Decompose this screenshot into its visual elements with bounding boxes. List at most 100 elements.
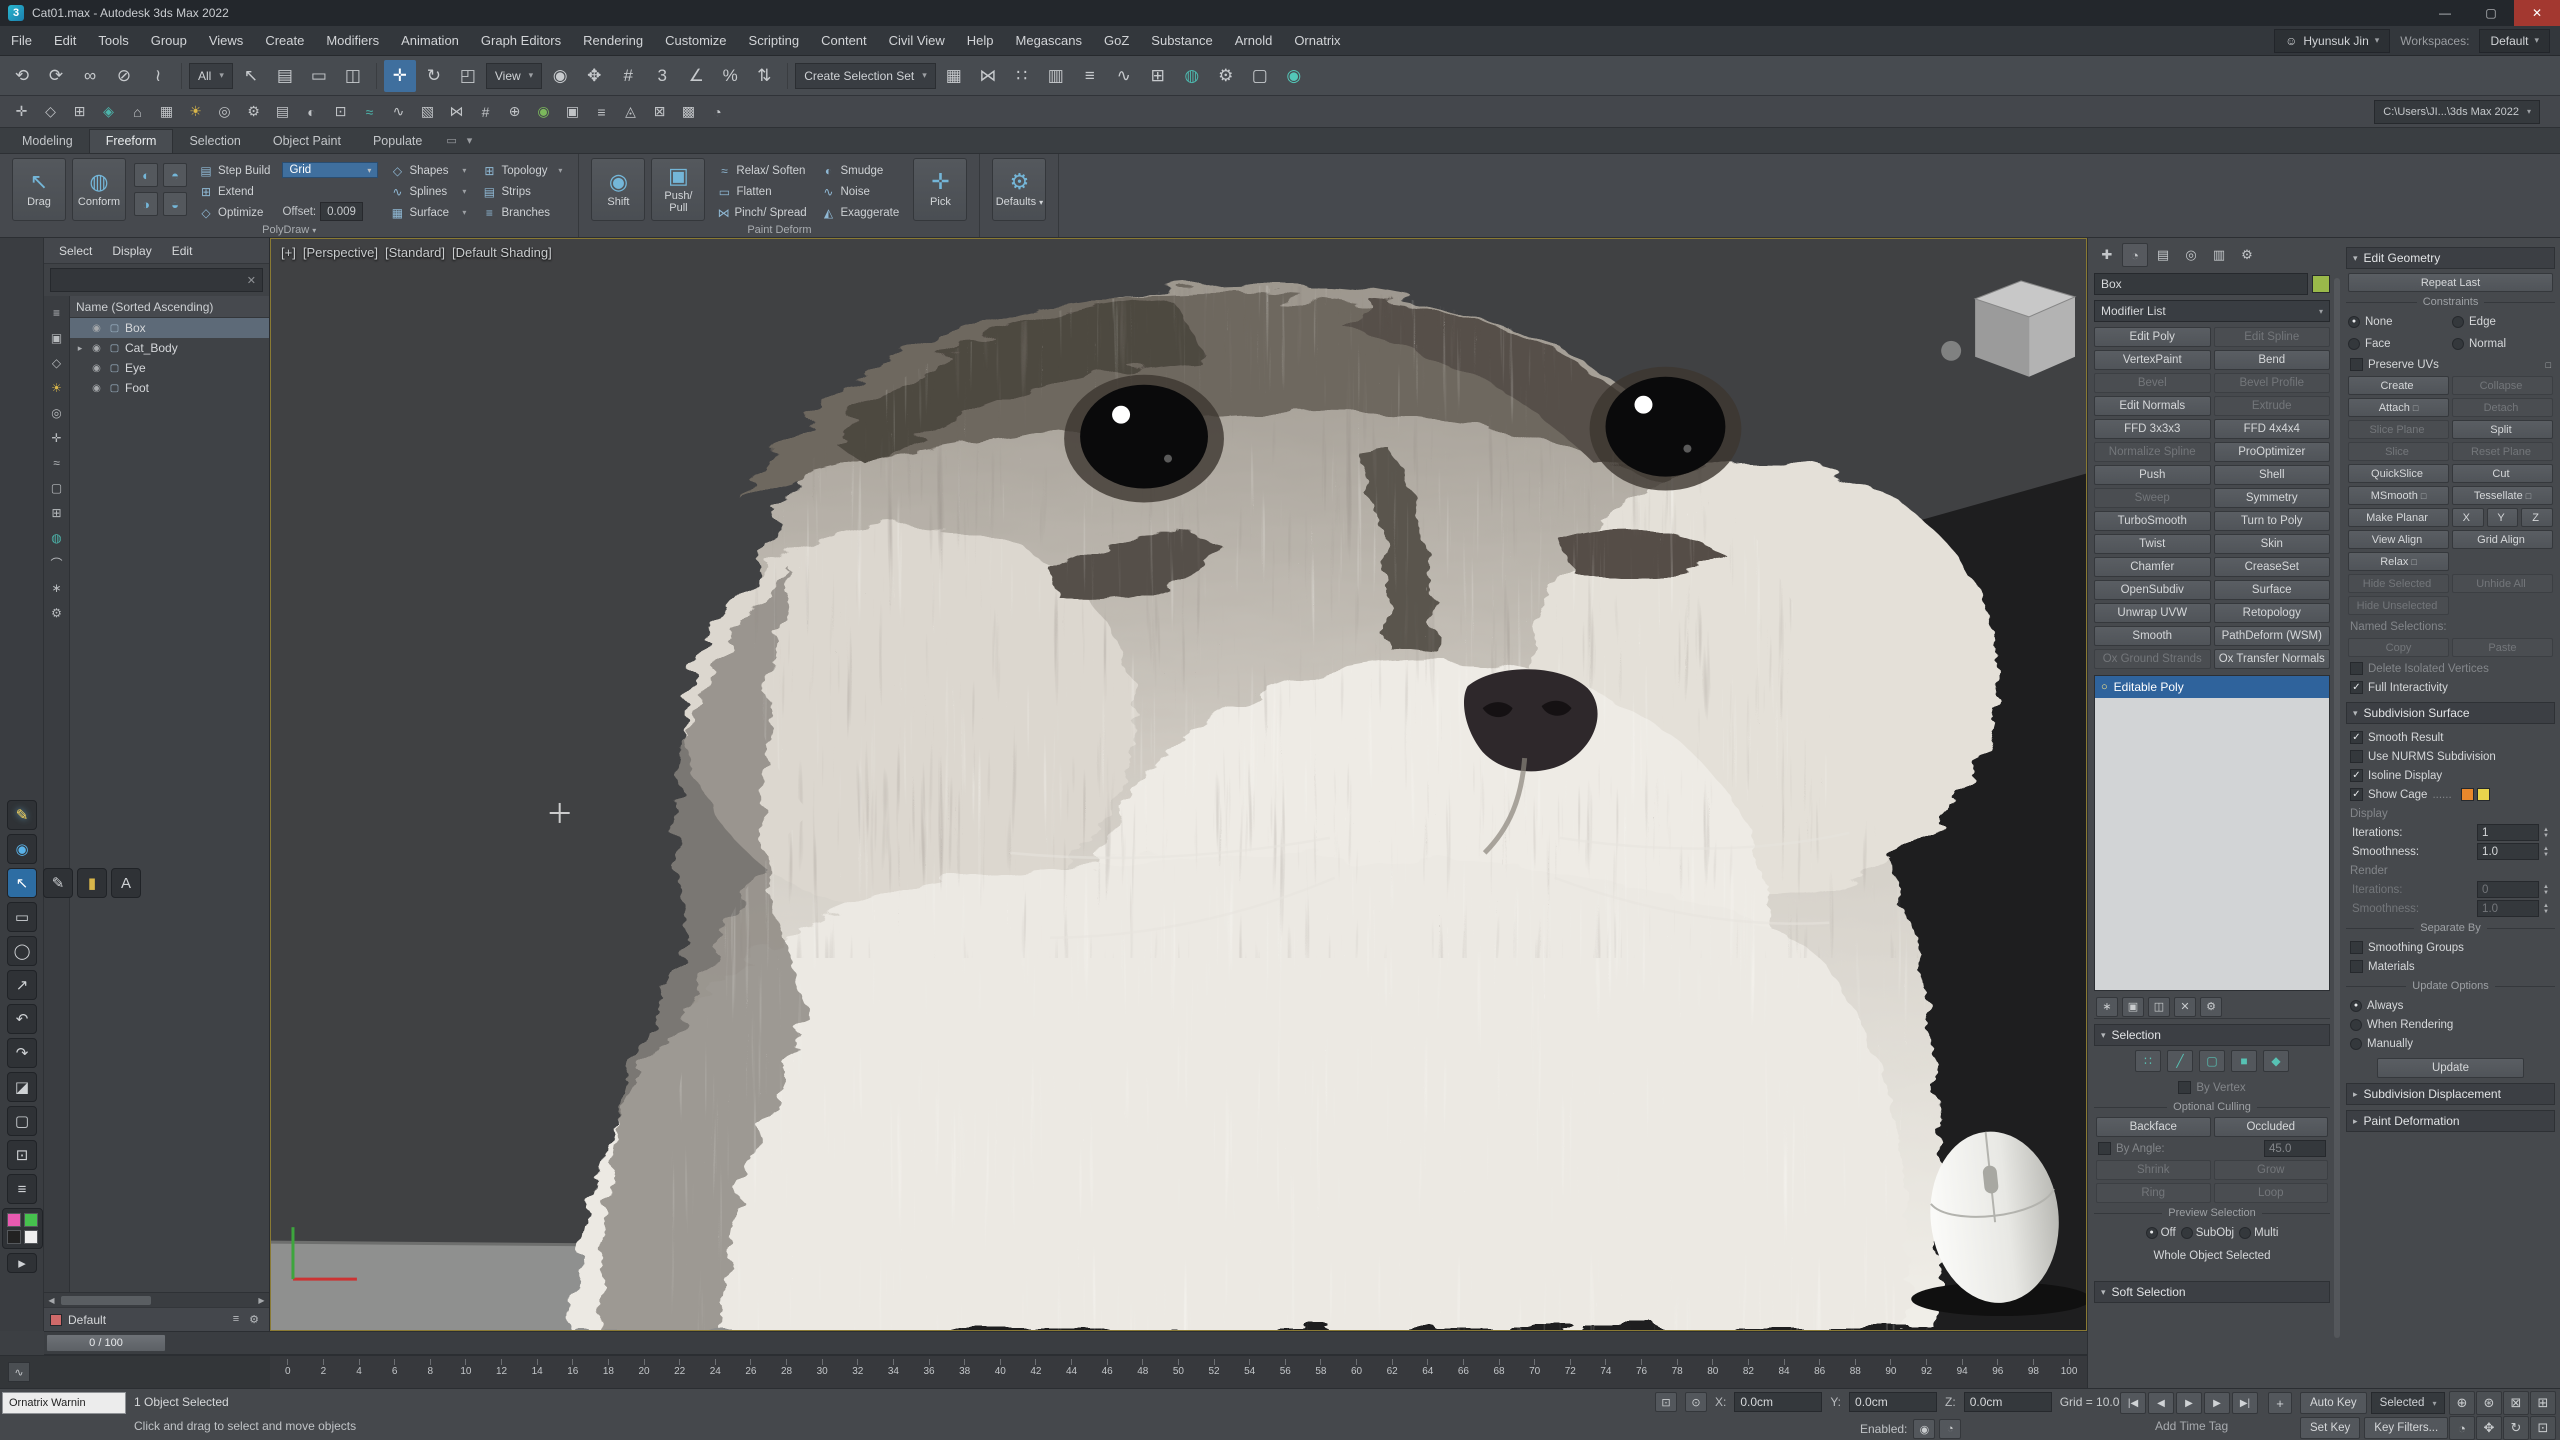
modifier-button[interactable]: CreaseSet: [2214, 557, 2331, 577]
add-time-tag-button[interactable]: Add Time Tag: [2155, 1419, 2228, 1433]
explorer-sort-header[interactable]: Name (Sorted Ascending): [70, 296, 269, 318]
by-angle-field[interactable]: 45.0: [2264, 1140, 2326, 1157]
bind-to-space-warp-icon[interactable]: ≀: [142, 60, 174, 92]
polygon-mode-icon[interactable]: ■: [2231, 1050, 2257, 1072]
modify-tab-icon[interactable]: ◔: [2122, 243, 2148, 267]
ornatrix-warning-window[interactable]: Ornatrix Warnin: [2, 1392, 126, 1414]
select-and-scale-icon[interactable]: ◰: [452, 60, 484, 92]
filter-cameras-icon[interactable]: ◎: [48, 404, 66, 422]
select-by-name-icon[interactable]: ▤: [269, 60, 301, 92]
layer-explorer-toggle-icon[interactable]: ≡: [1074, 60, 1106, 92]
edit-geometry-button[interactable]: Tessellate□: [2452, 486, 2553, 505]
modifier-button[interactable]: FFD 4x4x4: [2214, 419, 2331, 439]
utilities-tab-icon[interactable]: ⚙: [2234, 243, 2260, 267]
modifier-button[interactable]: Skin: [2214, 534, 2331, 554]
constraint-radio[interactable]: ●None: [2348, 312, 2449, 331]
menu-item[interactable]: Substance: [1140, 26, 1223, 55]
conform-option-icon[interactable]: ◒: [163, 192, 187, 216]
orbit-icon[interactable]: ↻: [2503, 1416, 2529, 1440]
highlighter-tool-icon[interactable]: ▮: [77, 868, 107, 898]
edit-geometry-button[interactable]: View Align: [2348, 530, 2449, 549]
previous-frame-icon[interactable]: ◀: [2148, 1392, 2174, 1414]
modifier-button[interactable]: Turn to Poly: [2214, 511, 2331, 531]
menu-item[interactable]: Animation: [390, 26, 470, 55]
preview-selection-radio[interactable]: SubObj: [2181, 1227, 2234, 1239]
edit-geometry-button[interactable]: Hide Selected: [2348, 574, 2449, 593]
y-coordinate-field[interactable]: 0.0cm: [1849, 1392, 1937, 1412]
menu-item[interactable]: Help: [956, 26, 1005, 55]
explorer-menu[interactable]: Edit: [163, 244, 202, 258]
update-option-radio[interactable]: Manually: [2346, 1034, 2555, 1053]
visibility-eye-icon[interactable]: ◉: [89, 383, 104, 394]
element-mode-icon[interactable]: ◆: [2263, 1050, 2289, 1072]
edit-geometry-button[interactable]: Y: [2487, 508, 2519, 527]
paint-deform-tool-button[interactable]: ⋈Pinch/ Spread: [713, 204, 809, 221]
schematic-view-icon[interactable]: ⊞: [1142, 60, 1174, 92]
optimize-button[interactable]: ◇Optimize: [195, 204, 274, 221]
edge-mode-icon[interactable]: ╱: [2167, 1050, 2193, 1072]
window-crossing-icon[interactable]: ◫: [337, 60, 369, 92]
visibility-eye-icon[interactable]: ◉: [89, 343, 104, 354]
grow-button[interactable]: Grow: [2214, 1160, 2329, 1180]
track-bar-ruler[interactable]: 0246810121416182022242628303234363840424…: [270, 1355, 2087, 1388]
modifier-button[interactable]: Edit Normals: [2094, 396, 2211, 416]
menu-item[interactable]: Ornatrix: [1283, 26, 1351, 55]
half-circle-icon[interactable]: ◐: [298, 99, 325, 125]
scene-object-row[interactable]: ▸ ◉ ▢ Cat_Body: [70, 338, 269, 358]
paint-deform-tool-button[interactable]: ◭Exaggerate: [817, 204, 905, 221]
copy-button[interactable]: Copy: [2348, 638, 2449, 657]
close-button[interactable]: ✕: [2514, 0, 2560, 26]
select-and-move-icon[interactable]: ✛: [384, 60, 416, 92]
key-mode-dropdown[interactable]: Selected▾: [2371, 1392, 2446, 1414]
rectangle-tool-icon[interactable]: ▭: [7, 902, 37, 932]
set-keys-icon[interactable]: +: [2268, 1392, 2292, 1414]
mini-curve-editor-icon[interactable]: ∿: [8, 1362, 30, 1382]
ring-button[interactable]: Ring: [2096, 1183, 2211, 1203]
maximize-button[interactable]: ▢: [2468, 0, 2514, 26]
clear-search-icon[interactable]: ✕: [247, 274, 256, 287]
ellipse-tool-icon[interactable]: ◯: [7, 936, 37, 966]
ribbon-tab[interactable]: Object Paint: [257, 130, 357, 153]
minimize-button[interactable]: —: [2422, 0, 2468, 26]
display-tab-icon[interactable]: ▥: [2206, 243, 2232, 267]
modifier-button[interactable]: Edit Spline: [2214, 327, 2331, 347]
scene-explorer-toggle-icon[interactable]: ▥: [1040, 60, 1072, 92]
filled-circle-icon[interactable]: ◉: [530, 99, 557, 125]
polydraw-tool-button[interactable]: ▦Surface▾: [386, 204, 470, 221]
scrollbar-thumb[interactable]: [61, 1296, 151, 1305]
modifier-button[interactable]: Bend: [2214, 350, 2331, 370]
cage-color-swatch[interactable]: [2461, 788, 2474, 801]
filter-helpers-icon[interactable]: ✛: [48, 429, 66, 447]
filter-lights-icon[interactable]: ☀: [48, 379, 66, 397]
modifier-button[interactable]: Edit Poly: [2094, 327, 2211, 347]
screenshot-icon[interactable]: ⊡: [7, 1140, 37, 1170]
edit-geometry-button[interactable]: Relax□: [2348, 552, 2449, 571]
update-button[interactable]: Update: [2377, 1058, 2523, 1078]
checkbox[interactable]: [2350, 960, 2363, 973]
selection-lock-toggle-icon[interactable]: ⊙: [1685, 1392, 1707, 1412]
eraser-icon[interactable]: ◪: [7, 1072, 37, 1102]
viewport-label-segment[interactable]: [Standard]: [385, 245, 445, 260]
remove-modifier-icon[interactable]: ✕: [2174, 997, 2196, 1017]
hash-icon[interactable]: #: [472, 99, 499, 125]
cross-icon[interactable]: ✛: [8, 99, 35, 125]
vertex-mode-icon[interactable]: ∷: [2135, 1050, 2161, 1072]
shrink-button[interactable]: Shrink: [2096, 1160, 2211, 1180]
explorer-settings-icon[interactable]: ⚙: [48, 604, 66, 622]
modifier-button[interactable]: ProOptimizer: [2214, 442, 2331, 462]
pin-explorer-icon[interactable]: ∗: [48, 579, 66, 597]
polydraw-tool-button[interactable]: ▤Strips: [478, 183, 566, 200]
hatch-square-icon[interactable]: ▧: [414, 99, 441, 125]
filter-materials-icon[interactable]: ◍: [48, 529, 66, 547]
make-unique-icon[interactable]: ◫: [2148, 997, 2170, 1017]
ribbon-tab[interactable]: Populate: [357, 130, 438, 153]
selection-rollout-header[interactable]: ▾ Selection: [2094, 1024, 2330, 1046]
go-to-start-icon[interactable]: |◀: [2120, 1392, 2146, 1414]
maximize-viewport-icon[interactable]: ⊡: [2530, 1416, 2556, 1440]
viewport-label-segment[interactable]: [Perspective]: [303, 245, 378, 260]
ribbon-tab[interactable]: Selection: [173, 130, 256, 153]
next-frame-icon[interactable]: ▶: [2204, 1392, 2230, 1414]
layer-color-swatch[interactable]: [50, 1314, 62, 1326]
auto-key-button[interactable]: Auto Key: [2300, 1392, 2367, 1414]
filled-diamond-icon[interactable]: ◈: [95, 99, 122, 125]
